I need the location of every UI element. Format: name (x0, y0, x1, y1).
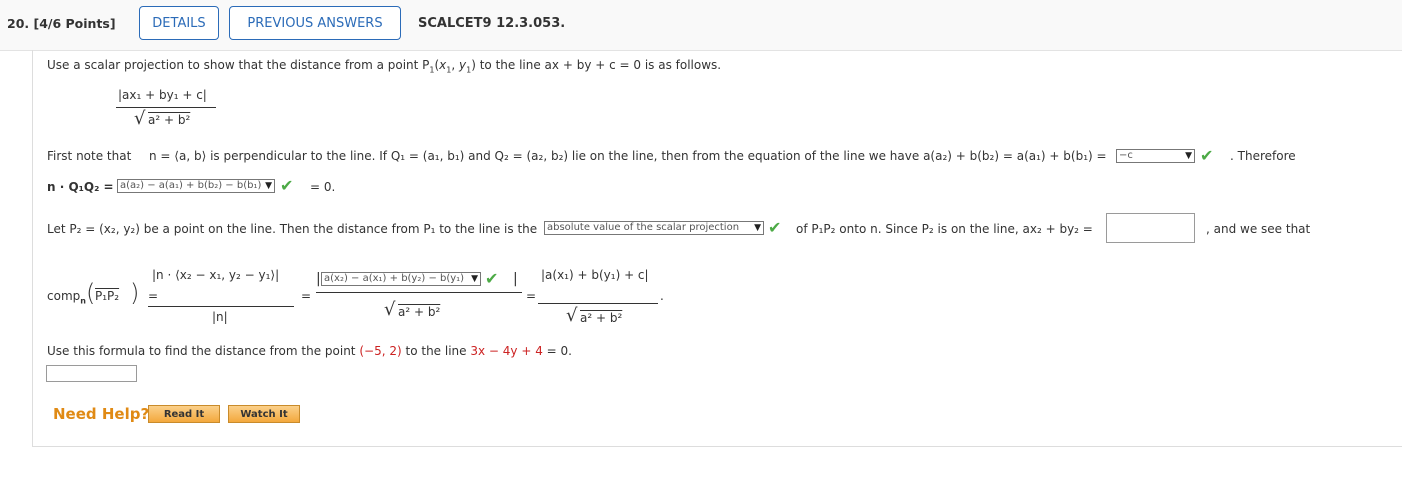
fraction-bar-1 (148, 306, 294, 307)
comp-den2: a² + b² (398, 305, 441, 319)
sqrt-symbol: √ (566, 305, 578, 326)
chevron-down-icon: ▼ (265, 181, 272, 191)
final-end: = 0. (546, 344, 572, 358)
formula-numerator: |ax₁ + by₁ + c| (118, 88, 207, 102)
chevron-down-icon: ▼ (754, 223, 761, 233)
comp-label: compn (47, 289, 86, 305)
check-icon: ✔ (280, 176, 294, 195)
select-scalar-projection[interactable]: absolute value of the scalar projection ▼ (544, 221, 764, 235)
comp-num3-text: a(x₁) + b(y₁) + c (545, 268, 645, 282)
line3-text: Let P₂ = (x₂, y₂) be a point on the line… (47, 222, 538, 236)
comp-num3: |a(x₁) + b(y₁) + c| (541, 268, 649, 282)
need-help-label: Need Help? (53, 405, 150, 423)
check-icon: ✔ (768, 218, 782, 237)
final-text: Use this formula to find the distance fr… (47, 344, 572, 358)
final-line: 3x − 4y + 4 (470, 344, 543, 358)
watch-it-button[interactable]: Watch It (228, 405, 300, 423)
select-numerator[interactable]: a(x₂) − a(x₁) + b(y₂) − b(y₁) ▼ (321, 272, 481, 286)
fraction-bar-3 (538, 303, 658, 304)
check-icon: ✔ (485, 269, 499, 288)
check-icon: ✔ (1200, 146, 1214, 165)
line2-rhs: = 0. (310, 180, 336, 194)
select-negative-c-value: −c (1119, 150, 1133, 161)
comp-vector: P₁P₂ (95, 289, 120, 303)
abs-bar-left: | (316, 271, 321, 287)
comp-den3: a² + b² (580, 311, 623, 325)
select-scalar-projection-value: absolute value of the scalar projection (547, 222, 740, 233)
period: . (660, 289, 664, 303)
answer-input-ax2-by2[interactable] (1106, 213, 1195, 243)
problem-code: SCALCET9 12.3.053. (418, 16, 566, 31)
formula-denominator: a² + b² (148, 113, 191, 127)
comp-num1: |n · ⟨x₂ − x₁, y₂ − y₁⟩| (152, 268, 280, 282)
formula-fraction-bar (116, 107, 216, 108)
comp-den1: |n| (212, 310, 228, 324)
line2-lhs: n · Q₁Q₂ = (47, 180, 114, 194)
question-header: 20. [4/6 Points] DETAILS PREVIOUS ANSWER… (0, 0, 1402, 51)
sqrt-symbol: √ (134, 108, 146, 129)
intro-sub: 1 (429, 65, 435, 75)
fraction-bar-2 (316, 292, 522, 293)
right-paren: ) (130, 279, 140, 307)
select-dot-product[interactable]: a(a₂) − a(a₁) + b(b₂) − b(b₁) ▼ (117, 179, 275, 193)
read-it-button[interactable]: Read It (148, 405, 220, 423)
question-number: 20. [4/6 Points] (7, 16, 116, 31)
equals-1: = (148, 289, 159, 303)
equals-3: = (526, 289, 537, 303)
chevron-down-icon: ▼ (471, 274, 478, 284)
line1-therefore: . Therefore (1230, 149, 1296, 163)
intro-text: Use a scalar projection to show that the… (47, 58, 722, 75)
chevron-down-icon: ▼ (1185, 151, 1192, 161)
comp-text: comp (47, 289, 81, 303)
select-negative-c[interactable]: −c ▼ (1116, 149, 1195, 163)
comp-num1-text: n · ⟨x₂ − x₁, y₂ − y₁⟩ (156, 268, 276, 282)
sqrt-symbol: √ (384, 299, 396, 320)
question-panel (32, 50, 1402, 447)
details-button[interactable]: DETAILS (139, 6, 219, 40)
select-numerator-value: a(x₂) − a(x₁) + b(y₂) − b(y₁) (324, 273, 465, 284)
equals-2: = (301, 289, 312, 303)
left-paren: ( (86, 279, 96, 307)
line3-text3: , and we see that (1206, 222, 1311, 236)
intro-lead: Use a scalar projection to show that the… (47, 58, 430, 72)
line1-text-a: First note that (47, 149, 132, 163)
select-dot-product-value: a(a₂) − a(a₁) + b(b₂) − b(b₁) (120, 180, 262, 191)
abs-bar-right: | (513, 271, 518, 287)
final-mid: to the line (405, 344, 467, 358)
line3-text2: of P₁P₂ onto n. Since P₂ is on the line,… (796, 222, 1093, 236)
final-lead: Use this formula to find the distance fr… (47, 344, 356, 358)
previous-answers-button[interactable]: PREVIOUS ANSWERS (229, 6, 401, 40)
final-point: (−5, 2) (359, 344, 402, 358)
line1-text-b: n = ⟨a, b⟩ is perpendicular to the line.… (149, 149, 1107, 163)
intro-tail: to the line ax + by + c = 0 is as follow… (479, 58, 722, 72)
answer-input-distance[interactable] (46, 365, 137, 382)
